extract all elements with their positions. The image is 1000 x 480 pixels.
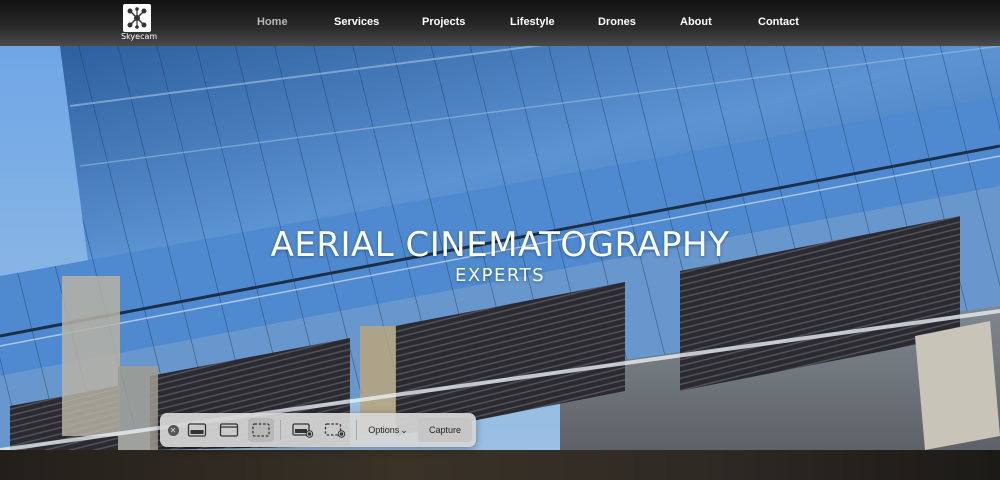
record-selected-portion-button[interactable] bbox=[322, 418, 348, 442]
options-label: Options bbox=[368, 425, 400, 435]
capture-entire-screen-icon bbox=[187, 423, 207, 437]
nav-services[interactable]: Services bbox=[334, 16, 379, 28]
capture-selected-portion-icon bbox=[252, 423, 270, 437]
toolbar-divider bbox=[280, 420, 281, 440]
capture-selected-window-icon bbox=[219, 423, 239, 437]
record-entire-screen-button[interactable] bbox=[290, 418, 316, 442]
capture-selected-portion-button[interactable] bbox=[248, 418, 274, 442]
hero-title: AERIAL CINEMATOGRAPHY bbox=[270, 225, 730, 265]
nav-projects[interactable]: Projects bbox=[422, 16, 465, 28]
site-header: Skyecam Home Services Projects Lifestyle… bbox=[0, 0, 1000, 46]
logo-text: Skyecam bbox=[121, 32, 158, 41]
record-selected-portion-icon bbox=[324, 423, 346, 438]
capture-button[interactable]: Capture bbox=[418, 418, 472, 442]
hero-section: AERIAL CINEMATOGRAPHY EXPERTS bbox=[0, 46, 1000, 450]
drone-logo-icon bbox=[123, 4, 151, 32]
nav-contact[interactable]: Contact bbox=[758, 16, 799, 28]
close-icon: ✕ bbox=[167, 424, 179, 436]
nav-lifestyle[interactable]: Lifestyle bbox=[510, 16, 555, 28]
nav-about[interactable]: About bbox=[680, 16, 712, 28]
nav-home[interactable]: Home bbox=[257, 16, 288, 28]
capture-selected-window-button[interactable] bbox=[216, 418, 242, 442]
record-entire-screen-icon bbox=[292, 423, 314, 438]
screenshot-toolbar: ✕ Options ⌄ Capture bbox=[160, 413, 476, 447]
capture-label: Capture bbox=[428, 425, 462, 435]
next-section-preview bbox=[0, 450, 1000, 480]
chevron-down-icon: ⌄ bbox=[400, 424, 408, 435]
capture-entire-screen-button[interactable] bbox=[184, 418, 210, 442]
nav-drones[interactable]: Drones bbox=[598, 16, 636, 28]
site-logo[interactable]: Skyecam bbox=[121, 4, 158, 44]
options-menu-button[interactable]: Options ⌄ bbox=[362, 418, 414, 442]
toolbar-divider bbox=[356, 420, 357, 440]
hero-subtitle: EXPERTS bbox=[454, 265, 546, 286]
toolbar-close-button[interactable]: ✕ bbox=[166, 418, 180, 442]
